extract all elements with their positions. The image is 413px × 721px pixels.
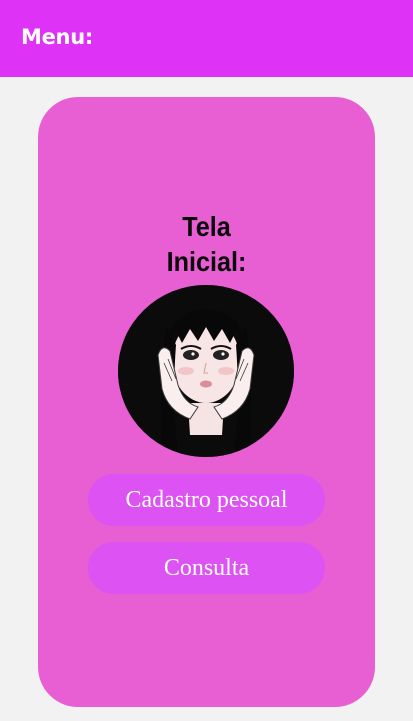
menu-title: Menu:: [21, 25, 93, 49]
page-title-line2: Inicial:: [166, 246, 247, 277]
page-title: Tela Inicial:: [55, 209, 358, 279]
app-header: Menu:: [0, 0, 413, 77]
avatar: [118, 285, 294, 457]
girl-portrait-illustration: [118, 285, 294, 457]
page-title-line1: Tela: [182, 211, 231, 242]
home-card: Tela Inicial: Cadastro pessoal Consulta: [38, 97, 375, 707]
consulta-button[interactable]: Consulta: [88, 542, 325, 594]
cadastro-pessoal-button[interactable]: Cadastro pessoal: [88, 474, 325, 526]
